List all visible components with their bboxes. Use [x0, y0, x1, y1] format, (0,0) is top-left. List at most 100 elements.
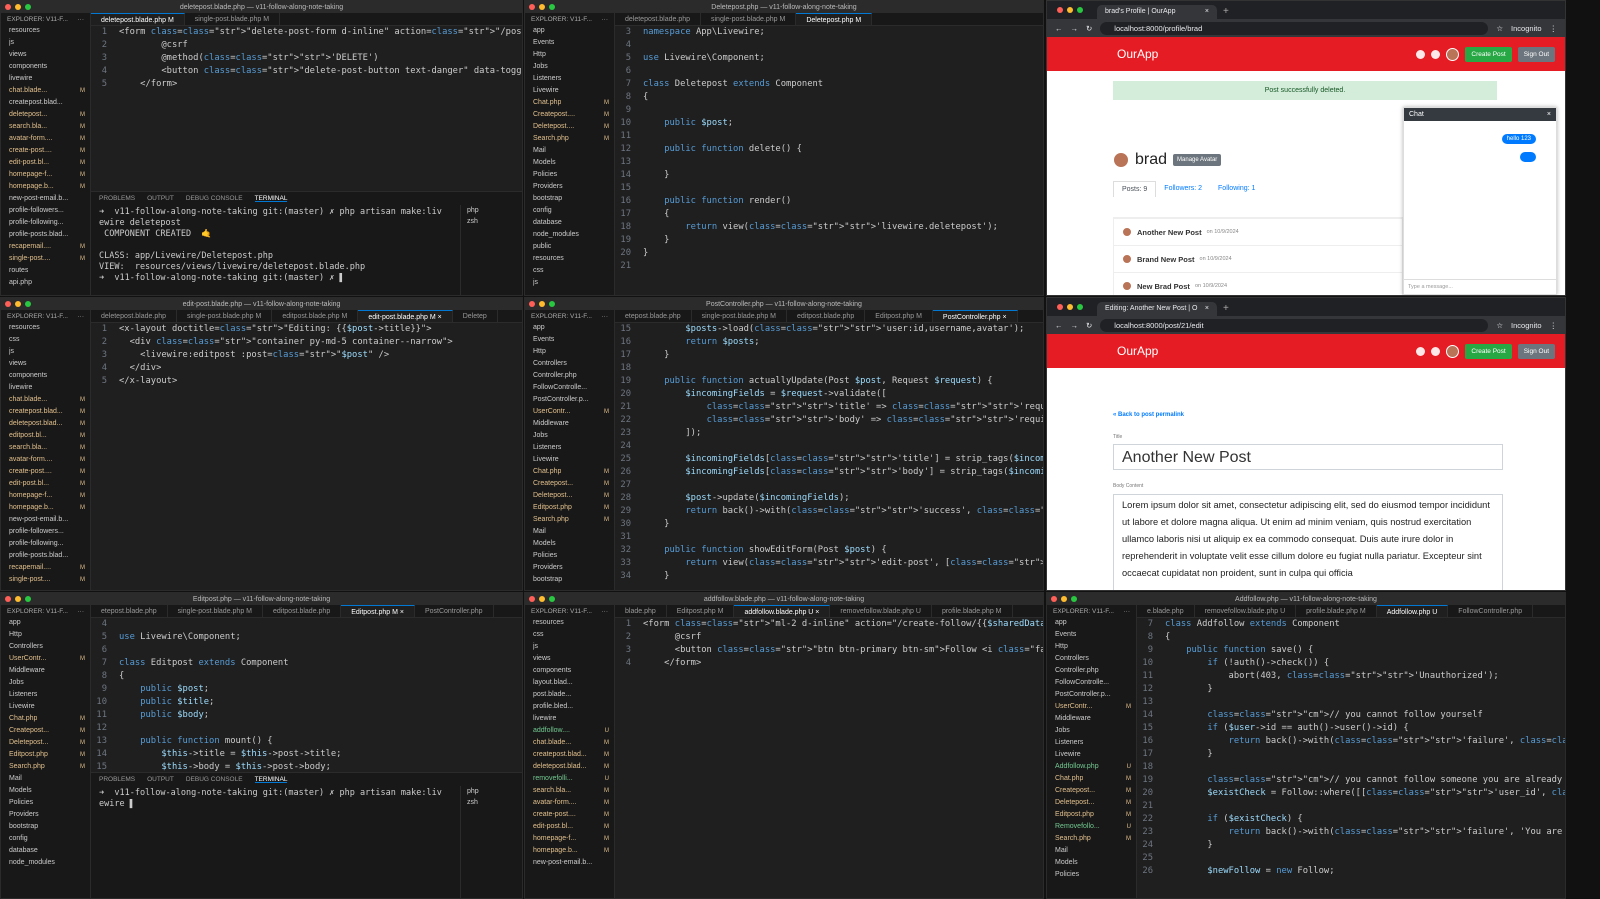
tree-item[interactable]: Deletepost... M — [1047, 797, 1136, 809]
tree-item[interactable]: profile-followers... — [1, 205, 90, 217]
minimize-window-button[interactable] — [15, 596, 21, 602]
tree-item[interactable]: api.php — [1, 277, 90, 289]
tree-item[interactable]: Listeners — [1047, 737, 1136, 749]
panel-tab[interactable]: PROBLEMS — [99, 776, 135, 783]
chat-icon[interactable] — [1431, 346, 1441, 356]
terminal-output[interactable]: ➜ v11-follow-along-note-taking git:(mast… — [91, 205, 460, 286]
editor-tab[interactable]: PostController.php × — [932, 310, 1018, 322]
close-icon[interactable]: × — [1547, 111, 1551, 118]
tree-item[interactable]: app — [1047, 617, 1136, 629]
tree-item[interactable]: Editpost.php M — [525, 502, 614, 514]
new-tab-icon[interactable]: + — [1223, 303, 1229, 314]
terminal-instance[interactable]: zsh — [461, 797, 522, 808]
tree-item[interactable]: create-post.... M — [1, 466, 90, 478]
tree-item[interactable]: Jobs — [525, 430, 614, 442]
tree-item[interactable]: Http — [525, 346, 614, 358]
tree-item[interactable]: chat.blade... M — [1, 394, 90, 406]
panel-tab[interactable]: DEBUG CONSOLE — [186, 776, 243, 783]
tree-item[interactable]: node_modules — [1, 857, 90, 869]
tree-item[interactable]: Controllers — [1047, 653, 1136, 665]
manage-avatar-button[interactable]: Manage Avatar — [1173, 154, 1222, 166]
minimize-window-button[interactable] — [15, 301, 21, 307]
editor-tab[interactable]: Editpost.php M — [865, 310, 933, 322]
tree-item[interactable]: homepage-f... M — [525, 833, 614, 845]
avatar[interactable] — [1446, 47, 1460, 61]
editor-tab[interactable]: Deletepost.php M — [796, 13, 873, 25]
tree-item[interactable]: Policies — [525, 169, 614, 181]
editor-tab[interactable]: single-post.blade.php M — [701, 13, 797, 25]
forward-icon[interactable]: → — [1071, 321, 1079, 330]
tree-item[interactable]: profile-posts.blad... — [1, 229, 90, 241]
tree-item[interactable]: Mail — [1, 773, 90, 785]
tab-followers[interactable]: Followers: 2 — [1156, 181, 1210, 197]
tree-item[interactable]: profile-following... — [1, 538, 90, 550]
tree-item[interactable]: single-post.... M — [1, 253, 90, 265]
tree-item[interactable]: js — [1, 37, 90, 49]
editor-tab[interactable]: editpost.blade.php — [263, 605, 342, 617]
terminal-instance[interactable]: php — [461, 205, 522, 216]
tree-item[interactable]: new-post-email.b... — [525, 857, 614, 869]
browser-tab[interactable]: brad's Profile | OurApp × — [1097, 5, 1217, 19]
tree-item[interactable]: Mail — [525, 145, 614, 157]
tree-item[interactable]: Providers — [525, 562, 614, 574]
search-icon[interactable] — [1416, 49, 1426, 59]
editor-tab[interactable]: addfollow.blade.php U × — [734, 605, 831, 617]
tree-item[interactable]: homepage.b... M — [1, 181, 90, 193]
close-tab-icon[interactable]: × — [1205, 302, 1209, 316]
tree-item[interactable]: recapemail.... M — [1, 562, 90, 574]
tree-item[interactable]: Deletepost... M — [525, 490, 614, 502]
tree-item[interactable]: Jobs — [525, 61, 614, 73]
tree-item[interactable]: Livewire — [525, 85, 614, 97]
tree-item[interactable]: profile-followers... — [1, 526, 90, 538]
more-icon[interactable]: ··· — [78, 16, 85, 23]
editor-tab[interactable]: Editpost.php M × — [341, 605, 415, 617]
tree-item[interactable]: create-post.... M — [1, 145, 90, 157]
tree-item[interactable]: Models — [525, 157, 614, 169]
maximize-window-button[interactable] — [25, 596, 31, 602]
more-icon[interactable]: ··· — [78, 608, 85, 615]
tree-item[interactable]: resources — [525, 617, 614, 629]
tree-item[interactable]: Listeners — [525, 442, 614, 454]
post-title[interactable]: Another New Post — [1137, 228, 1202, 237]
editor-tab[interactable]: single-post.blade.php M — [177, 310, 273, 322]
list-item[interactable]: New Brad Post on 10/9/2024 — [1114, 272, 1402, 295]
tree-item[interactable]: views — [1, 49, 90, 61]
tree-item[interactable]: resources — [1, 322, 90, 334]
star-icon[interactable]: ☆ — [1496, 321, 1503, 330]
maximize-window-button[interactable] — [549, 301, 555, 307]
close-window-button[interactable] — [5, 596, 11, 602]
close-window-button[interactable] — [529, 596, 535, 602]
tree-item[interactable]: resources — [525, 253, 614, 265]
tree-item[interactable]: routes — [1, 265, 90, 277]
editor-tab[interactable]: deletepost.blade.php — [91, 310, 177, 322]
list-item[interactable]: Brand New Post on 10/9/2024 — [1114, 245, 1402, 272]
tree-item[interactable]: UserContr... M — [1, 653, 90, 665]
maximize-window-button[interactable] — [549, 4, 555, 10]
tree-item[interactable]: FollowControlle... — [1047, 677, 1136, 689]
tree-item[interactable]: Search.php M — [525, 133, 614, 145]
editor-tab[interactable]: deletepost.blade.php M — [91, 13, 185, 25]
editor-tab[interactable]: blade.php — [615, 605, 667, 617]
tree-item[interactable]: PostController.p... — [525, 394, 614, 406]
tree-item[interactable]: Middleware — [1047, 713, 1136, 725]
terminal-list[interactable]: php zsh — [460, 205, 522, 295]
tree-item[interactable]: config — [525, 205, 614, 217]
terminal-list[interactable]: php zsh — [460, 786, 522, 898]
back-to-permalink-link[interactable]: « Back to post permalink — [1113, 412, 1184, 418]
editor-tab[interactable]: edit-post.blade.php M × — [358, 310, 453, 322]
editor-tab[interactable]: profile.blade.php M — [1296, 605, 1377, 617]
tree-item[interactable]: Http — [525, 49, 614, 61]
brand-logo[interactable]: OurApp — [1117, 344, 1158, 358]
tree-item[interactable]: single-post.... M — [1, 574, 90, 586]
tree-item[interactable]: Controller.php — [1047, 665, 1136, 677]
tree-item[interactable]: Middleware — [525, 418, 614, 430]
tree-item[interactable]: avatar-form.... M — [525, 797, 614, 809]
tree-item[interactable]: Jobs — [1, 677, 90, 689]
sign-out-button[interactable]: Sign Out — [1517, 343, 1555, 359]
tree-item[interactable]: recapemail.... M — [1, 241, 90, 253]
minimize-window-button[interactable] — [539, 301, 545, 307]
tree-item[interactable]: Livewire — [525, 454, 614, 466]
minimize-window-button[interactable] — [1067, 7, 1073, 13]
close-window-button[interactable] — [529, 301, 535, 307]
tree-item[interactable]: new-post-email.b... — [1, 193, 90, 205]
